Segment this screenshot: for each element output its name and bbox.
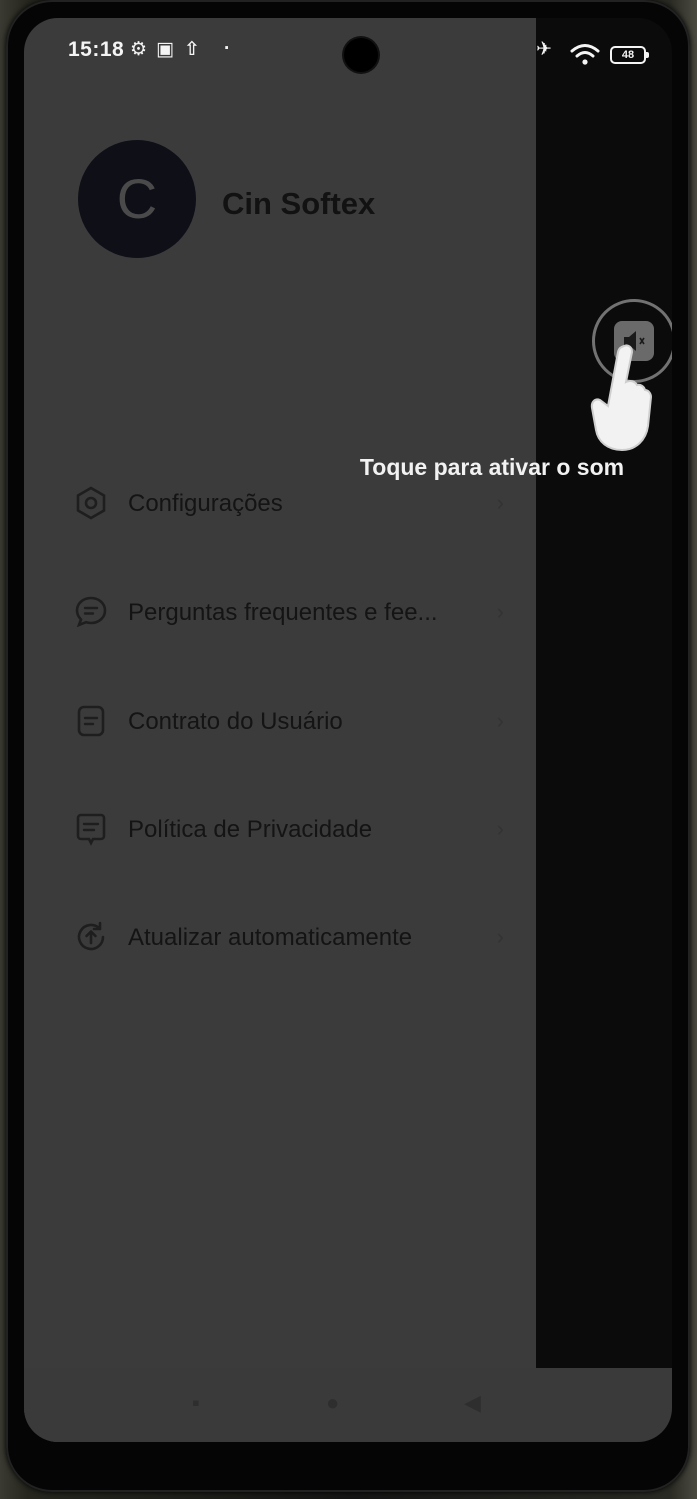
profile-name[interactable]: Cin Softex [222, 186, 375, 222]
settings-hexagon-icon [76, 486, 106, 520]
nav-home-icon[interactable]: ● [326, 1390, 339, 1416]
menu-item-label: Perguntas frequentes e fee... [128, 599, 438, 626]
menu-item-label: Configurações [128, 490, 283, 517]
chevron-right-icon: › [496, 816, 504, 841]
image-notification-icon: ▣ [156, 39, 174, 60]
menu-item-atualizar-automaticamente[interactable]: Atualizar automaticamente › [74, 908, 504, 968]
avatar[interactable]: C [78, 140, 196, 258]
privacy-document-icon [76, 813, 106, 846]
front-camera [344, 38, 378, 72]
status-bar: 15:18 ⚙ ▣ ⇧ · ✈ 48 [24, 18, 672, 78]
wifi-icon [570, 44, 600, 65]
battery-level: 48 [621, 49, 635, 61]
chevron-right-icon: › [496, 490, 504, 515]
menu-item-contrato-usuario[interactable]: Contrato do Usuário › [74, 692, 504, 752]
more-notifications-dot-icon: · [224, 38, 231, 59]
sync-gear-icon: ⚙ [130, 39, 148, 60]
chevron-right-icon: › [496, 599, 504, 624]
chevron-right-icon: › [496, 708, 504, 733]
status-time: 15:18 [68, 38, 125, 61]
document-icon [77, 705, 105, 737]
phone-frame: C Cin Softex Configurações › Perguntas f… [6, 0, 690, 1492]
nav-back-icon[interactable]: ◀ [464, 1390, 481, 1416]
upload-notification-icon: ⇧ [184, 39, 200, 60]
phone-screen: C Cin Softex Configurações › Perguntas f… [24, 18, 672, 1442]
side-drawer: C Cin Softex Configurações › Perguntas f… [24, 18, 536, 1442]
unmute-hint-text: Toque para ativar o som [359, 454, 625, 480]
menu-item-label: Atualizar automaticamente [128, 924, 413, 951]
menu-item-configuracoes[interactable]: Configurações › [74, 474, 504, 534]
nav-recents-icon[interactable]: ▪ [192, 1390, 200, 1416]
battery-icon: 48 [610, 46, 649, 64]
navigation-bar [24, 1368, 672, 1442]
airplane-mode-icon: ✈ [536, 39, 552, 60]
menu-item-label: Política de Privacidade [128, 816, 373, 843]
menu-item-perguntas-frequentes[interactable]: Perguntas frequentes e fee... › [74, 583, 504, 643]
auto-update-icon [77, 921, 105, 951]
menu-item-politica-privacidade[interactable]: Política de Privacidade › [74, 800, 504, 860]
avatar-initial: C [116, 167, 158, 230]
chat-bubble-icon [75, 596, 107, 628]
chevron-right-icon: › [496, 924, 504, 949]
tap-hand-icon [590, 344, 653, 452]
menu-item-label: Contrato do Usuário [128, 708, 343, 735]
